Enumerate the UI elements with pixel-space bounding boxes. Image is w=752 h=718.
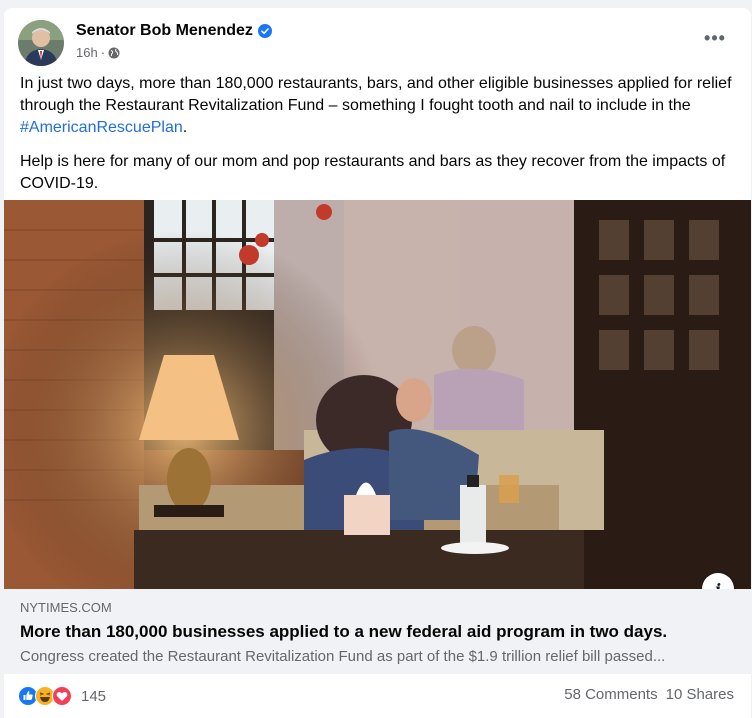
author-avatar[interactable] [18,20,64,66]
link-title[interactable]: More than 180,000 businesses applied to … [20,622,667,642]
paragraph-1-text: In just two days, more than 180,000 rest… [20,75,732,114]
link-preview[interactable]: NYTIMES.COM More than 180,000 businesses… [4,589,751,674]
post-time[interactable]: 16h [76,45,98,60]
author-name-text[interactable]: Senator Bob Menendez [76,22,253,40]
post-meta: 16h · [76,45,120,60]
post-paragraph-1: In just two days, more than 180,000 rest… [20,73,736,139]
meta-separator: · [100,45,106,60]
love-reaction-icon [52,686,72,706]
link-description: Congress created the Restaurant Revitali… [20,648,666,665]
post-paragraph-2: Help is here for many of our mom and pop… [20,153,726,192]
reaction-count[interactable]: 145 [81,688,106,705]
link-domain: NYTIMES.COM [20,600,112,615]
shares-count[interactable]: 10 Shares [666,686,734,703]
post-footer: 145 58 Comments 10 Shares [4,674,751,718]
post-text: In just two days, more than 180,000 rest… [20,73,736,207]
author-name[interactable]: Senator Bob Menendez [76,22,272,40]
post-card: Senator Bob Menendez 16h · ••• In just t… [4,8,751,718]
reactions-summary[interactable]: 145 [18,686,106,706]
verified-badge-icon [257,24,272,38]
engagement-counts: 58 Comments 10 Shares [556,686,734,703]
link-preview-image[interactable] [4,200,751,589]
globe-icon [108,47,120,58]
paragraph-1-end: . [182,119,188,136]
hashtag-link[interactable]: #AmericanRescuePlan [20,119,183,136]
comments-count[interactable]: 58 Comments [564,686,657,703]
more-options-icon[interactable]: ••• [697,26,733,50]
